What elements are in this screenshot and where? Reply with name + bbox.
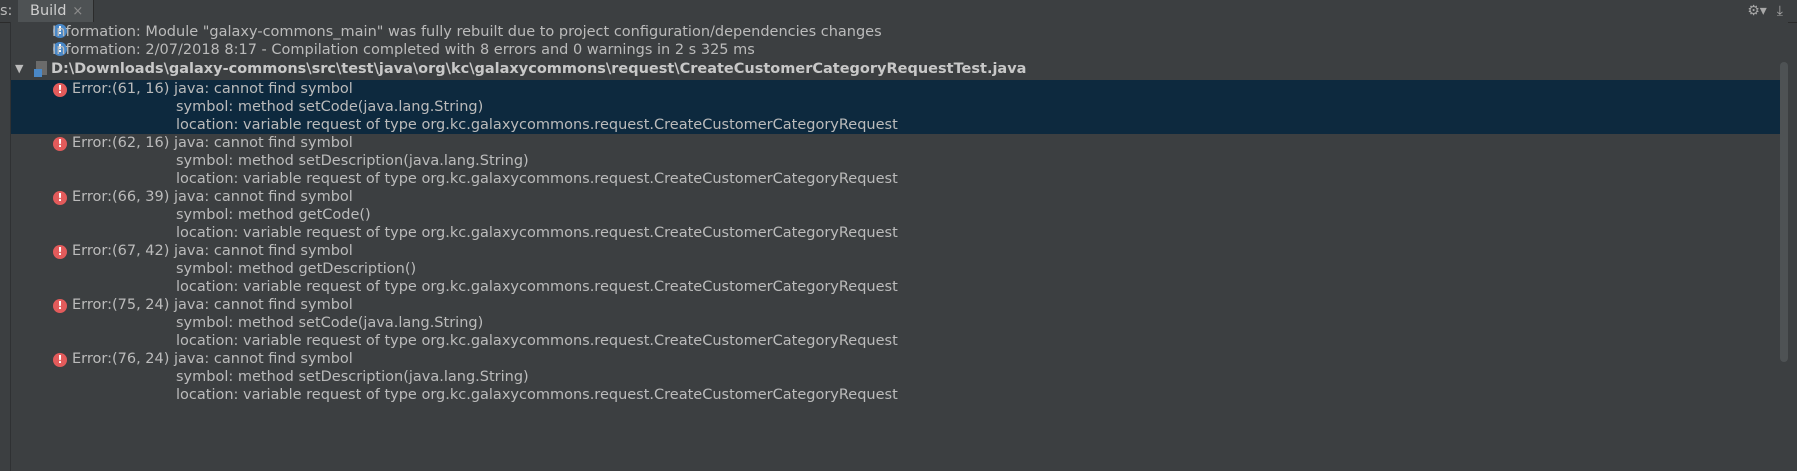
error-entry[interactable]: ! Error:(76, 24) java: cannot find symbo… — [11, 350, 1788, 404]
error-icon: ! — [53, 353, 67, 367]
gear-icon[interactable]: ⚙▾ — [1747, 3, 1767, 19]
tab-build-label: Build — [30, 3, 67, 19]
error-entry[interactable]: ! Error:(66, 39) java: cannot find symbo… — [11, 188, 1788, 242]
error-location: location: variable request of type org.k… — [176, 117, 898, 133]
error-location: location: variable request of type org.k… — [176, 333, 898, 349]
error-entry[interactable]: ! Error:(62, 16) java: cannot find symbo… — [11, 134, 1788, 188]
error-header: Error:(66, 39) java: cannot find symbol — [72, 189, 353, 205]
error-header: Error:(76, 24) java: cannot find symbol — [72, 351, 353, 367]
error-icon: ! — [53, 83, 67, 97]
error-header: Error:(67, 42) java: cannot find symbol — [72, 243, 353, 259]
file-path: D:\Downloads\galaxy-commons\src\test\jav… — [51, 61, 1027, 77]
vertical-scrollbar[interactable] — [1780, 62, 1788, 362]
error-icon: ! — [53, 245, 67, 259]
error-entry[interactable]: ! Error:(67, 42) java: cannot find symbo… — [11, 242, 1788, 296]
tool-window-header: s: Build × ⚙▾ ⤓ — [0, 0, 1797, 23]
error-header: Error:(61, 16) java: cannot find symbol — [72, 81, 353, 97]
info-text: Information: 2/07/2018 8:17 - Compilatio… — [52, 42, 755, 58]
error-symbol: symbol: method getDescription() — [176, 261, 417, 277]
error-icon: ! — [53, 299, 67, 313]
error-location: location: variable request of type org.k… — [176, 387, 898, 403]
error-symbol: symbol: method setDescription(java.lang.… — [176, 369, 529, 385]
info-message[interactable]: ! Information: Module "galaxy-commons_ma… — [11, 22, 1788, 42]
file-node[interactable]: ▼ D:\Downloads\galaxy-commons\src\test\j… — [11, 59, 1788, 79]
error-icon: ! — [53, 137, 67, 151]
close-icon[interactable]: × — [72, 4, 83, 19]
error-location: location: variable request of type org.k… — [176, 171, 898, 187]
info-text: Information: Module "galaxy-commons_main… — [52, 24, 882, 40]
error-symbol: symbol: method getCode() — [176, 207, 371, 223]
error-symbol: symbol: method setCode(java.lang.String) — [176, 315, 484, 331]
error-header: Error:(62, 16) java: cannot find symbol — [72, 135, 353, 151]
error-header: Error:(75, 24) java: cannot find symbol — [72, 297, 353, 313]
error-symbol: symbol: method setDescription(java.lang.… — [176, 153, 529, 169]
expand-arrow-icon[interactable]: ▼ — [15, 59, 23, 79]
download-icon[interactable]: ⤓ — [1777, 3, 1783, 19]
build-output-tree: ! Information: Module "galaxy-commons_ma… — [10, 22, 1788, 471]
error-location: location: variable request of type org.k… — [176, 225, 898, 241]
error-entry[interactable]: ! Error:(61, 16) java: cannot find symbo… — [11, 80, 1788, 134]
error-location: location: variable request of type org.k… — [176, 279, 898, 295]
info-message[interactable]: ! Information: 2/07/2018 8:17 - Compilat… — [11, 40, 1788, 60]
error-symbol: symbol: method setCode(java.lang.String) — [176, 99, 484, 115]
header-actions: ⚙▾ ⤓ — [1747, 0, 1783, 22]
error-entry[interactable]: ! Error:(75, 24) java: cannot find symbo… — [11, 296, 1788, 350]
error-icon: ! — [53, 191, 67, 205]
tool-window-prefix: s: — [0, 3, 13, 19]
tab-build[interactable]: Build × — [18, 0, 95, 22]
java-file-icon — [34, 61, 47, 77]
